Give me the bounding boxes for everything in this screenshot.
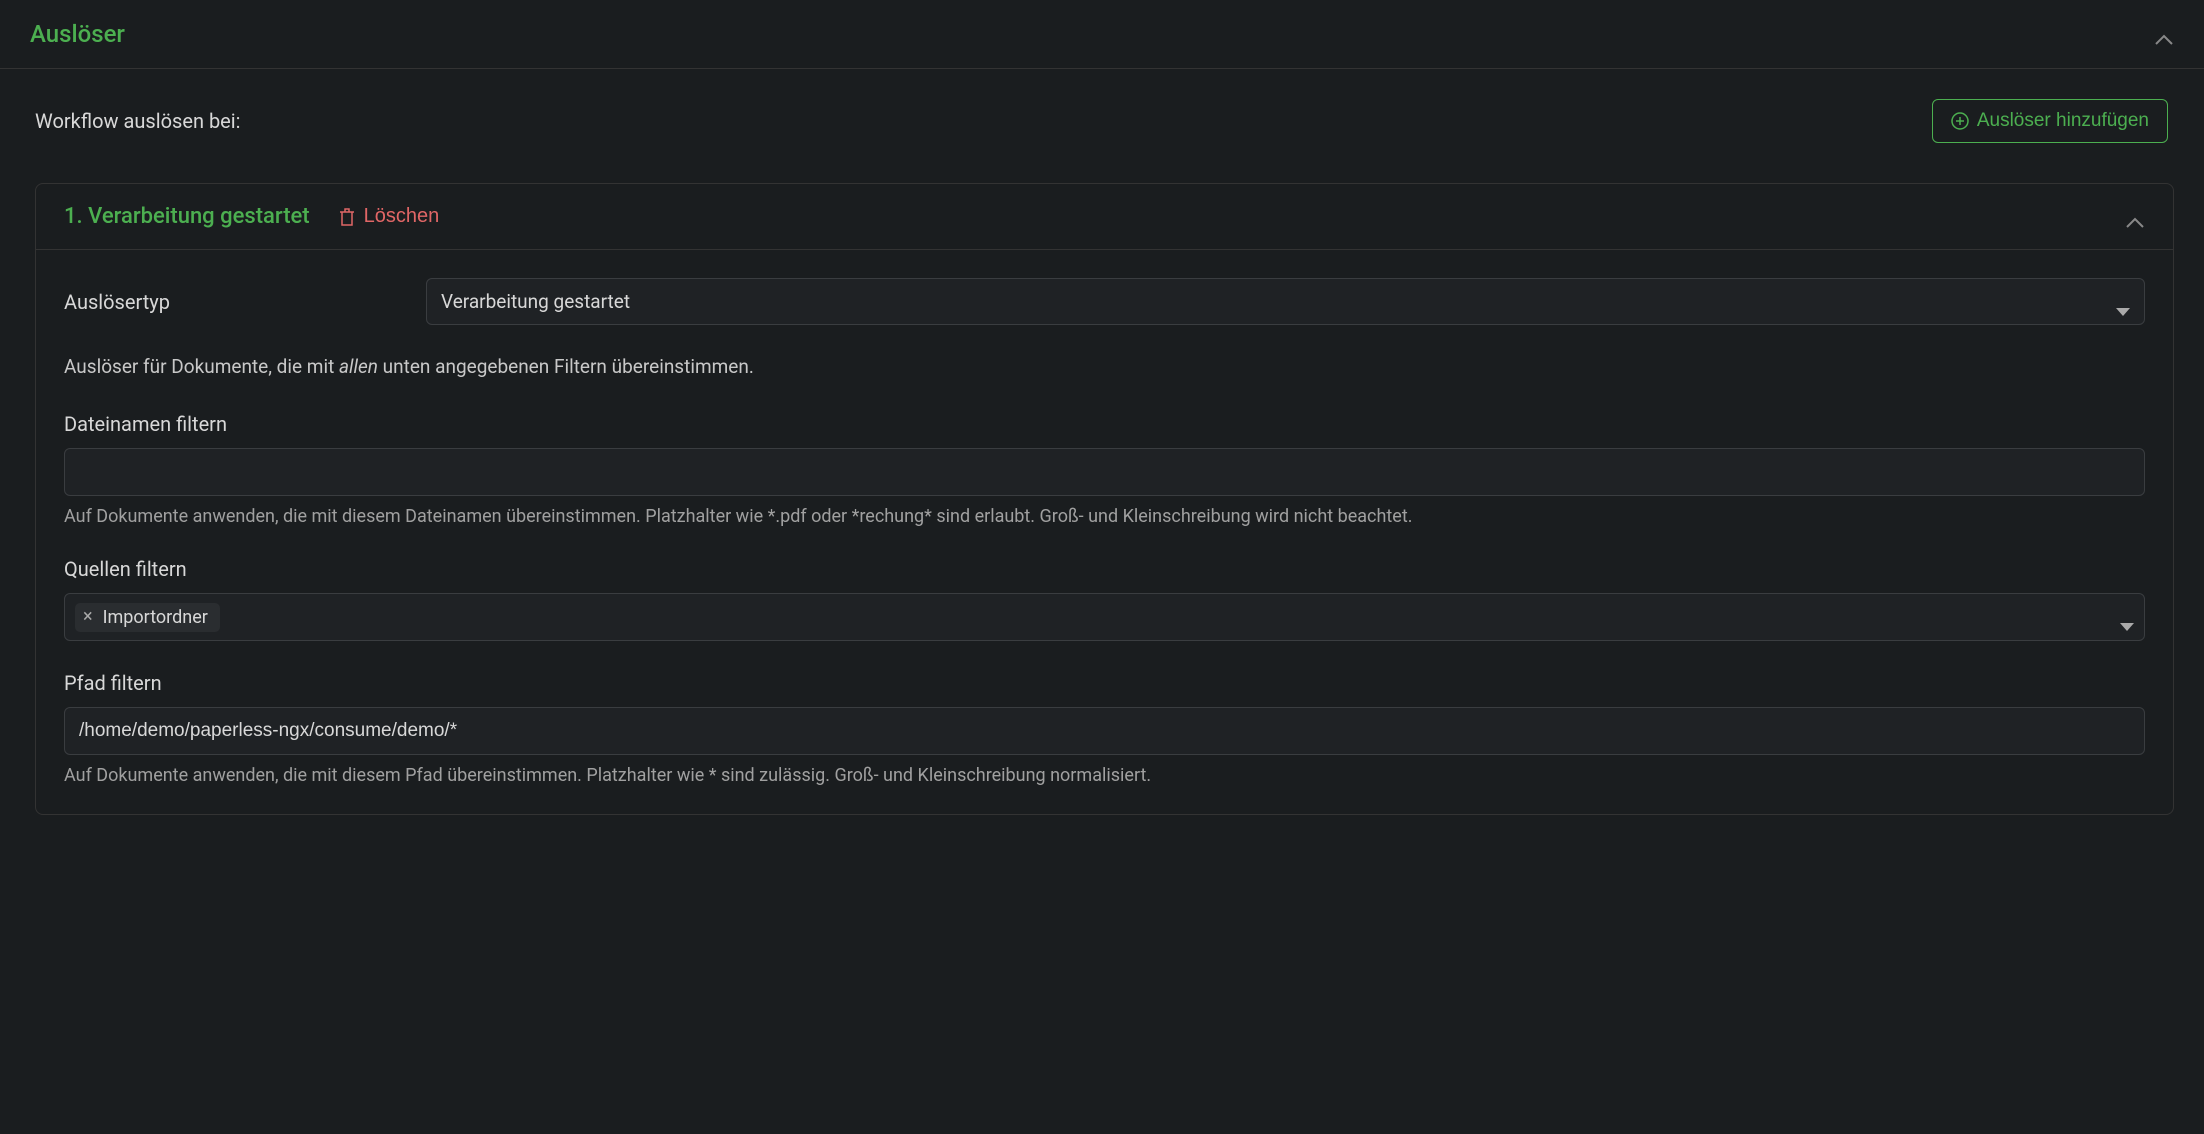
path-filter-input[interactable]	[64, 707, 2145, 755]
add-trigger-label: Auslöser hinzufügen	[1977, 110, 2149, 132]
delete-label: Löschen	[364, 205, 440, 228]
trigger-card: 1. Verarbeitung gestartet Löschen Auslös…	[35, 183, 2174, 815]
filename-filter-label: Dateinamen filtern	[64, 412, 2145, 436]
trigger-help-text: Auslöser für Dokumente, die mit allen un…	[64, 355, 2145, 378]
chevron-up-icon	[2125, 211, 2145, 223]
filename-filter-group: Dateinamen filtern Auf Dokumente anwende…	[64, 412, 2145, 527]
path-filter-label: Pfad filtern	[64, 671, 2145, 695]
panel-title: Auslöser	[30, 20, 125, 48]
trash-icon	[338, 207, 356, 227]
triggers-panel: Auslöser Workflow auslösen bei: Auslöser…	[0, 0, 2204, 835]
help-prefix: Auslöser für Dokumente, die mit	[64, 355, 339, 378]
sources-filter-select[interactable]: × Importordner	[64, 593, 2145, 641]
trigger-type-value: Verarbeitung gestartet	[441, 290, 630, 313]
trigger-card-header[interactable]: 1. Verarbeitung gestartet Löschen	[36, 184, 2173, 250]
help-suffix: unten angegebenen Filtern übereinstimmen…	[378, 355, 754, 378]
sources-filter-label: Quellen filtern	[64, 557, 2145, 581]
toolbar: Workflow auslösen bei: Auslöser hinzufüg…	[35, 99, 2174, 143]
workflow-trigger-label: Workflow auslösen bei:	[35, 109, 241, 133]
panel-header[interactable]: Auslöser	[0, 0, 2204, 69]
sources-filter-group: Quellen filtern × Importordner	[64, 557, 2145, 641]
trigger-body: Auslösertyp Verarbeitung gestartet Auslö…	[36, 250, 2173, 814]
plus-circle-icon	[1951, 112, 1969, 130]
close-icon[interactable]: ×	[83, 608, 93, 626]
delete-trigger-button[interactable]: Löschen	[338, 205, 440, 228]
caret-down-icon	[2116, 298, 2130, 306]
trigger-type-select[interactable]: Verarbeitung gestartet	[426, 278, 2145, 325]
filename-filter-hint: Auf Dokumente anwenden, die mit diesem D…	[64, 506, 2145, 527]
trigger-type-label: Auslösertyp	[64, 290, 426, 314]
chevron-up-icon	[2154, 28, 2174, 40]
add-trigger-button[interactable]: Auslöser hinzufügen	[1932, 99, 2168, 143]
filename-filter-input[interactable]	[64, 448, 2145, 496]
caret-down-icon	[2120, 613, 2134, 621]
help-italic: allen	[339, 355, 378, 378]
trigger-header-left: 1. Verarbeitung gestartet Löschen	[64, 204, 439, 229]
path-filter-group: Pfad filtern Auf Dokumente anwenden, die…	[64, 671, 2145, 786]
panel-body: Workflow auslösen bei: Auslöser hinzufüg…	[0, 69, 2204, 835]
source-chip: × Importordner	[75, 603, 220, 632]
trigger-title: 1. Verarbeitung gestartet	[64, 204, 310, 229]
path-filter-hint: Auf Dokumente anwenden, die mit diesem P…	[64, 765, 2145, 786]
source-chip-label: Importordner	[103, 607, 208, 628]
trigger-type-row: Auslösertyp Verarbeitung gestartet	[64, 278, 2145, 325]
